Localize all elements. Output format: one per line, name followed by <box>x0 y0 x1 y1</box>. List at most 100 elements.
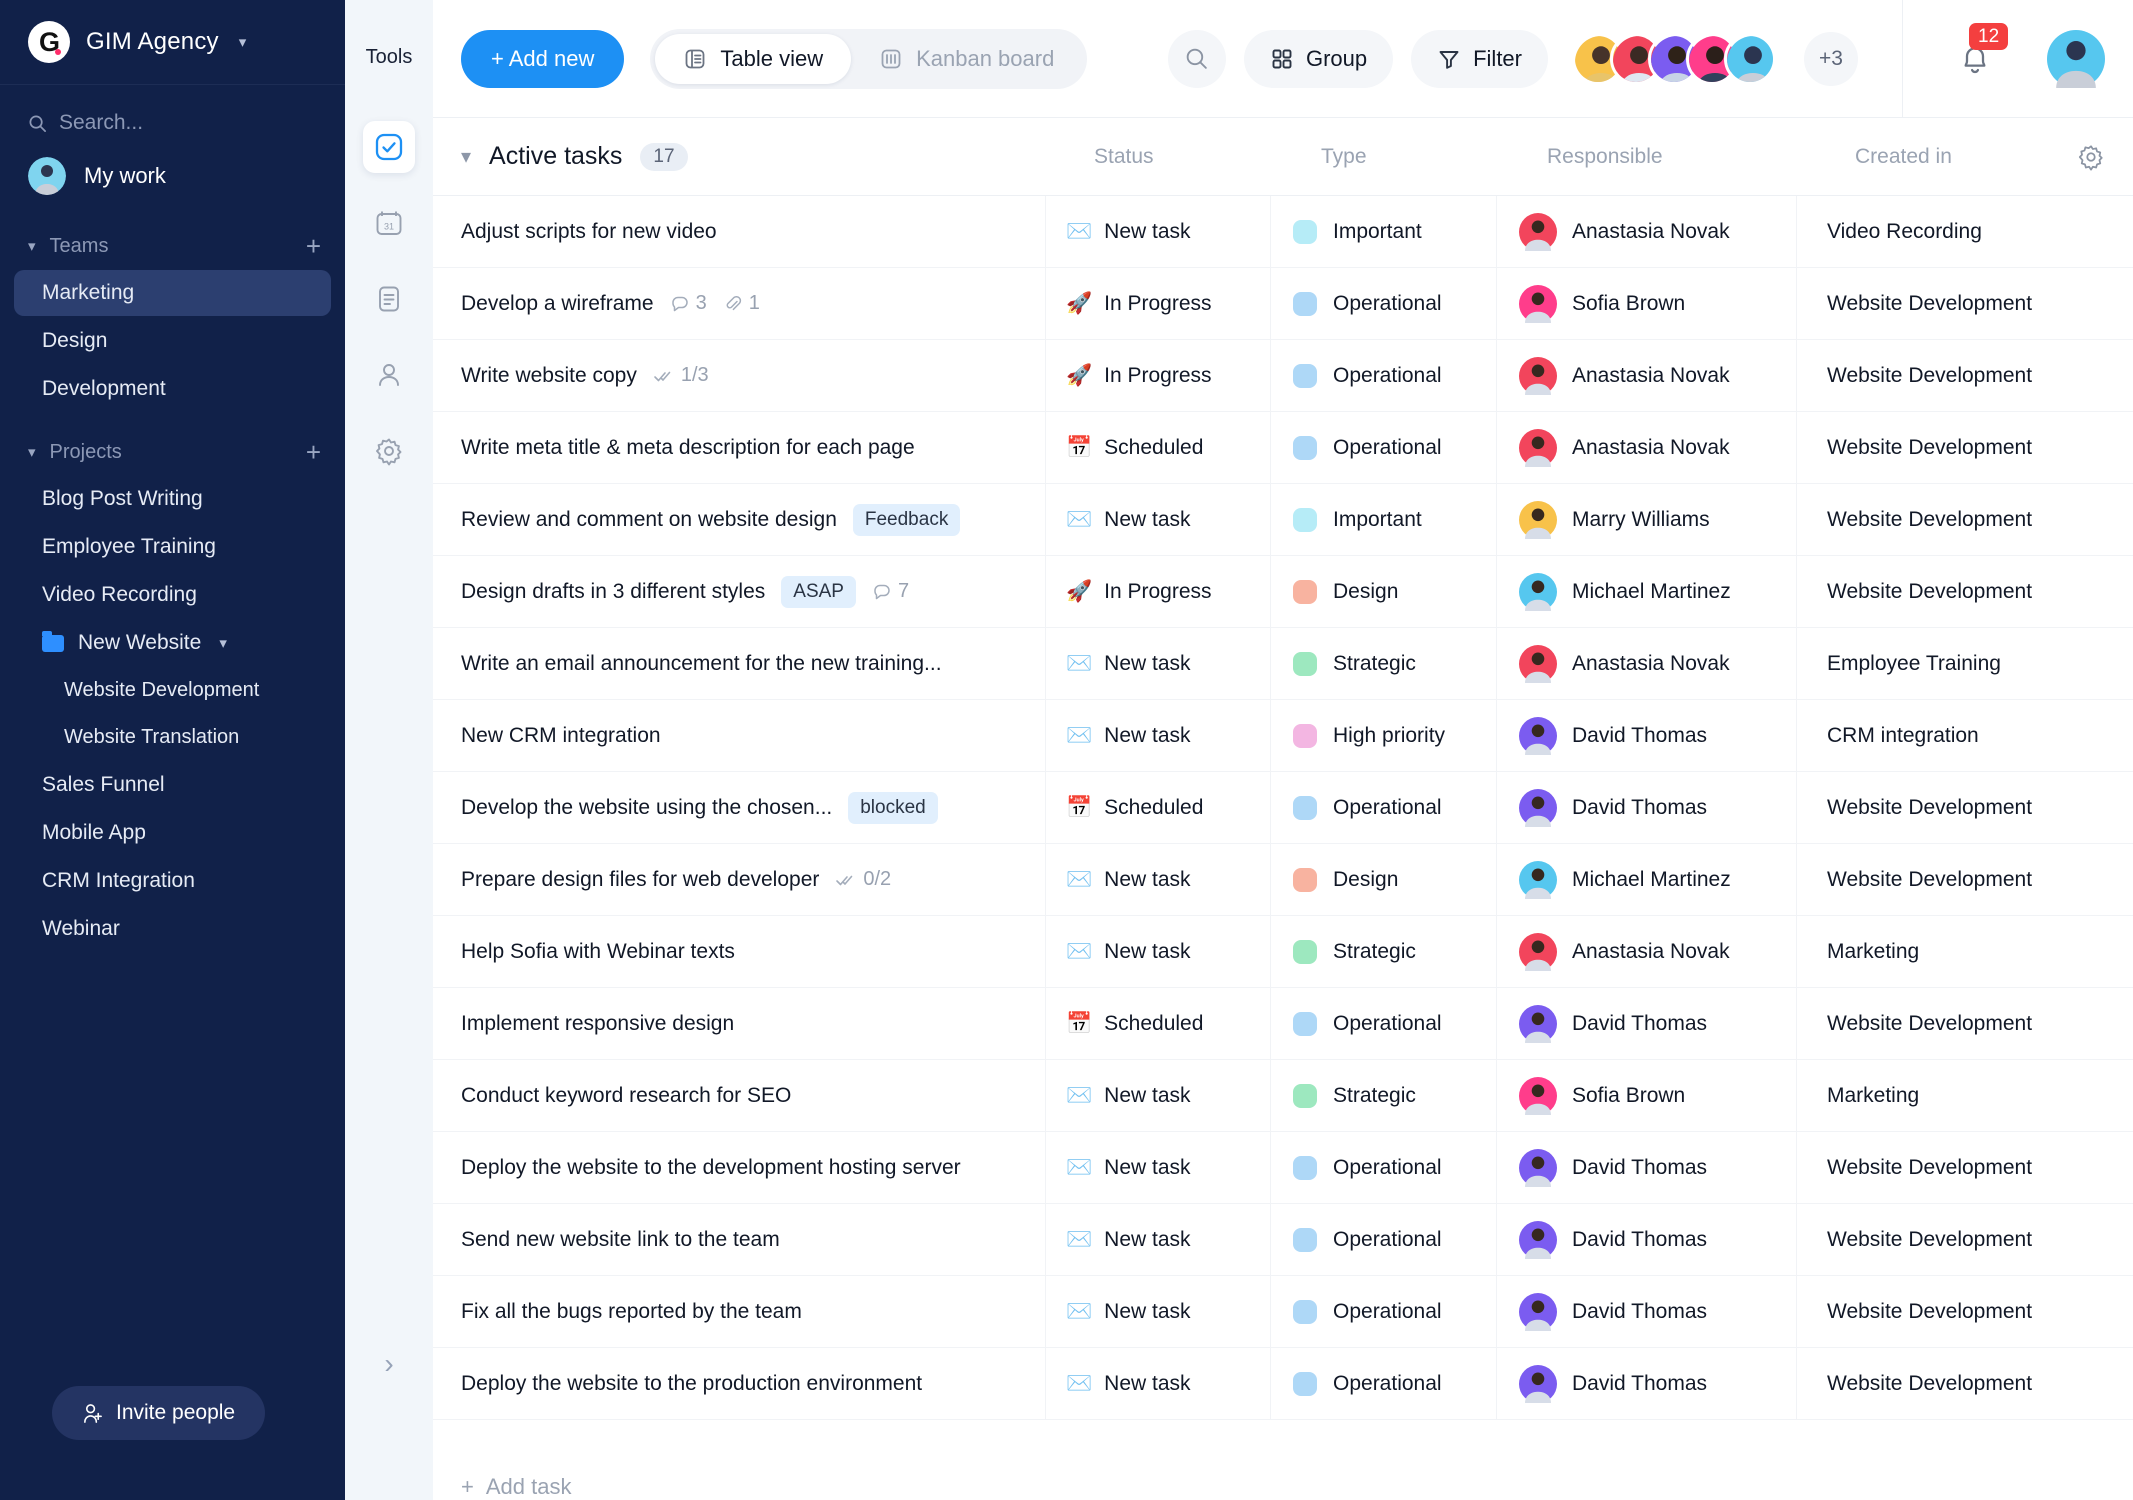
workspace-switcher[interactable]: G GIM Agency ▾ <box>0 0 345 85</box>
task-name-cell[interactable]: Conduct keyword research for SEO <box>433 1060 1046 1131</box>
tab-kanban-board[interactable]: Kanban board <box>851 34 1082 84</box>
task-type-cell[interactable]: Operational <box>1271 268 1497 339</box>
sidebar-search[interactable]: Search... <box>0 85 345 145</box>
task-type-cell[interactable]: Strategic <box>1271 1060 1497 1131</box>
sidebar-item-blog-post-writing[interactable]: Blog Post Writing <box>14 476 331 522</box>
table-row[interactable]: Review and comment on website design Feed… <box>433 484 2133 556</box>
task-created-in-cell[interactable]: Website Development <box>1797 268 2133 339</box>
task-status-cell[interactable]: ✉️ New task <box>1046 916 1271 987</box>
task-created-in-cell[interactable]: Marketing <box>1797 1060 2133 1131</box>
task-responsible-cell[interactable]: David Thomas <box>1497 700 1797 771</box>
task-responsible-cell[interactable]: David Thomas <box>1497 1204 1797 1275</box>
sidebar-item-employee-training[interactable]: Employee Training <box>14 524 331 570</box>
task-type-cell[interactable]: Design <box>1271 556 1497 627</box>
task-name-cell[interactable]: Develop the website using the chosen... b… <box>433 772 1046 843</box>
projects-section-header[interactable]: ▾ Projects + <box>0 413 345 475</box>
table-row[interactable]: Deploy the website to the development ho… <box>433 1132 2133 1204</box>
task-type-cell[interactable]: Operational <box>1271 412 1497 483</box>
sidebar-item-website-development[interactable]: Website Development <box>14 668 331 713</box>
filter-button[interactable]: Filter <box>1411 29 1548 88</box>
table-row[interactable]: Adjust scripts for new video ✉️ New task Im… <box>433 196 2133 268</box>
sidebar-item-mobile-app[interactable]: Mobile App <box>14 810 331 856</box>
task-status-cell[interactable]: ✉️ New task <box>1046 628 1271 699</box>
add-team-button[interactable]: + <box>306 233 321 259</box>
table-row[interactable]: Help Sofia with Webinar texts ✉️ New task S… <box>433 916 2133 988</box>
task-type-cell[interactable]: High priority <box>1271 700 1497 771</box>
task-type-cell[interactable]: Operational <box>1271 340 1497 411</box>
task-created-in-cell[interactable]: Website Development <box>1797 1276 2133 1347</box>
task-status-cell[interactable]: ✉️ New task <box>1046 1132 1271 1203</box>
add-new-button[interactable]: + Add new <box>461 29 625 88</box>
add-project-button[interactable]: + <box>306 439 321 465</box>
sidebar-item-development[interactable]: Development <box>14 366 331 412</box>
column-header-status[interactable]: Status <box>1074 145 1299 169</box>
task-type-cell[interactable]: Operational <box>1271 1132 1497 1203</box>
task-responsible-cell[interactable]: Anastasia Novak <box>1497 916 1797 987</box>
task-name-cell[interactable]: Write an email announcement for the new … <box>433 628 1046 699</box>
task-status-cell[interactable]: ✉️ New task <box>1046 1348 1271 1419</box>
table-row[interactable]: Write meta title & meta description for … <box>433 412 2133 484</box>
task-name-cell[interactable]: Write website copy 1/3 <box>433 340 1046 411</box>
task-name-cell[interactable]: Review and comment on website design Feed… <box>433 484 1046 555</box>
search-input[interactable]: Search... <box>59 111 143 135</box>
task-name-cell[interactable]: Fix all the bugs reported by the team <box>433 1276 1046 1347</box>
table-row[interactable]: Write website copy 1/3 🚀 In Progress Operati… <box>433 340 2133 412</box>
task-tag[interactable]: blocked <box>848 791 938 824</box>
table-row[interactable]: Design drafts in 3 different styles ASAP 7… <box>433 556 2133 628</box>
task-status-cell[interactable]: ✉️ New task <box>1046 196 1271 267</box>
task-created-in-cell[interactable]: Employee Training <box>1797 628 2133 699</box>
expand-rail-button[interactable]: › <box>384 1348 393 1380</box>
task-name-cell[interactable]: Implement responsive design <box>433 988 1046 1059</box>
table-row[interactable]: Implement responsive design 📅 Scheduled Ope… <box>433 988 2133 1060</box>
column-header-responsible[interactable]: Responsible <box>1525 145 1825 169</box>
task-name-cell[interactable]: Help Sofia with Webinar texts <box>433 916 1046 987</box>
task-created-in-cell[interactable]: Website Development <box>1797 484 2133 555</box>
tool-people-button[interactable] <box>363 349 415 401</box>
task-status-cell[interactable]: ✉️ New task <box>1046 844 1271 915</box>
task-created-in-cell[interactable]: Website Development <box>1797 844 2133 915</box>
task-type-cell[interactable]: Strategic <box>1271 916 1497 987</box>
task-responsible-cell[interactable]: Sofia Brown <box>1497 268 1797 339</box>
task-type-cell[interactable]: Design <box>1271 844 1497 915</box>
group-button[interactable]: Group <box>1243 29 1394 88</box>
task-status-cell[interactable]: ✉️ New task <box>1046 1060 1271 1131</box>
task-type-cell[interactable]: Operational <box>1271 1348 1497 1419</box>
task-name-cell[interactable]: Write meta title & meta description for … <box>433 412 1046 483</box>
task-status-cell[interactable]: 📅 Scheduled <box>1046 412 1271 483</box>
task-type-cell[interactable]: Operational <box>1271 1276 1497 1347</box>
gear-icon[interactable] <box>2077 143 2105 171</box>
task-responsible-cell[interactable]: Michael Martinez <box>1497 556 1797 627</box>
task-responsible-cell[interactable]: Anastasia Novak <box>1497 412 1797 483</box>
task-created-in-cell[interactable]: Website Development <box>1797 1204 2133 1275</box>
task-type-cell[interactable]: Operational <box>1271 988 1497 1059</box>
column-header-created-in[interactable]: Created in <box>1825 143 2133 171</box>
task-created-in-cell[interactable]: Website Development <box>1797 556 2133 627</box>
task-type-cell[interactable]: Strategic <box>1271 628 1497 699</box>
task-responsible-cell[interactable]: Anastasia Novak <box>1497 196 1797 267</box>
task-responsible-cell[interactable]: Michael Martinez <box>1497 844 1797 915</box>
task-created-in-cell[interactable]: Video Recording <box>1797 196 2133 267</box>
sidebar-item-website-translation[interactable]: Website Translation <box>14 715 331 760</box>
invite-people-button[interactable]: Invite people <box>52 1386 266 1440</box>
tool-documents-button[interactable] <box>363 273 415 325</box>
collapse-group-icon[interactable]: ▾ <box>461 144 471 169</box>
task-name-cell[interactable]: New CRM integration <box>433 700 1046 771</box>
sidebar-item-webinar[interactable]: Webinar <box>14 906 331 952</box>
task-created-in-cell[interactable]: Website Development <box>1797 1348 2133 1419</box>
task-created-in-cell[interactable]: Website Development <box>1797 772 2133 843</box>
task-name-cell[interactable]: Design drafts in 3 different styles ASAP 7 <box>433 556 1046 627</box>
task-type-cell[interactable]: Operational <box>1271 772 1497 843</box>
task-tag[interactable]: ASAP <box>781 575 856 608</box>
task-created-in-cell[interactable]: Website Development <box>1797 988 2133 1059</box>
table-row[interactable]: Write an email announcement for the new … <box>433 628 2133 700</box>
sidebar-item-new-website[interactable]: New Website ▾ <box>14 620 331 666</box>
task-status-cell[interactable]: 📅 Scheduled <box>1046 988 1271 1059</box>
task-responsible-cell[interactable]: Marry Williams <box>1497 484 1797 555</box>
task-type-cell[interactable]: Operational <box>1271 1204 1497 1275</box>
tool-calendar-button[interactable]: 31 <box>363 197 415 249</box>
task-created-in-cell[interactable]: Website Development <box>1797 340 2133 411</box>
task-name-cell[interactable]: Deploy the website to the development ho… <box>433 1132 1046 1203</box>
table-row[interactable]: New CRM integration ✉️ New task High priori… <box>433 700 2133 772</box>
task-created-in-cell[interactable]: Marketing <box>1797 916 2133 987</box>
task-responsible-cell[interactable]: David Thomas <box>1497 1276 1797 1347</box>
